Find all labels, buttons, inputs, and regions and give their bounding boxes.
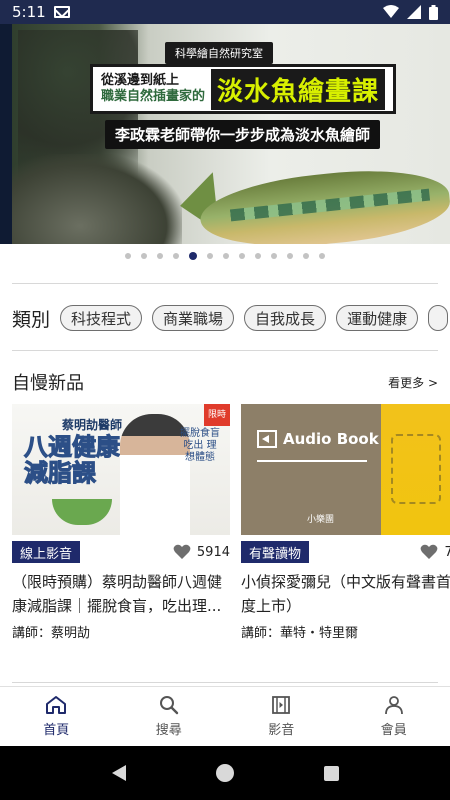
type-badge: 有聲讀物 bbox=[241, 541, 310, 563]
nav-member[interactable]: 會員 bbox=[338, 687, 450, 746]
wifi-icon bbox=[383, 5, 399, 18]
thumb-rule bbox=[257, 460, 367, 462]
carousel-dot[interactable] bbox=[319, 253, 325, 259]
card-title[interactable]: （限時預購）蔡明劼醫師八週健康減脂課｜擺脫食盲，吃出理... bbox=[12, 570, 230, 618]
carousel-dot[interactable] bbox=[223, 253, 229, 259]
carousel-dot-active[interactable] bbox=[189, 252, 197, 260]
carousel-dot[interactable] bbox=[239, 253, 245, 259]
audio-book-label: Audio Book bbox=[257, 430, 379, 448]
type-badge: 線上影音 bbox=[12, 541, 81, 563]
mail-icon bbox=[53, 6, 70, 18]
thumb-headline-part: 減脂 bbox=[24, 459, 73, 487]
thumb-doctor-name: 蔡明劼醫師 bbox=[62, 418, 123, 432]
home-icon bbox=[46, 696, 67, 714]
category-row: 類別 科技程式 商業職場 自我成長 運動健康 bbox=[12, 302, 450, 334]
thumb-headline-part: 八週 bbox=[24, 433, 73, 461]
system-nav-bar bbox=[0, 746, 450, 800]
card-teacher: 講師：華特・特里爾 bbox=[241, 626, 359, 641]
carousel-dot[interactable] bbox=[125, 253, 131, 259]
banner-subtitle: 從溪邊到紙上 職業自然插畫家的 bbox=[101, 73, 205, 105]
card-meta: 線上影音 5914 bbox=[12, 540, 230, 564]
bottom-nav: 首頁 搜尋 影音 會員 bbox=[0, 686, 450, 746]
thumb-headline: 八週健康 減脂課 bbox=[24, 433, 124, 487]
carousel-indicator bbox=[0, 252, 450, 263]
search-icon bbox=[159, 696, 178, 715]
system-home-icon[interactable] bbox=[215, 764, 234, 782]
banner-main-title: 淡水魚繪畫課 bbox=[211, 68, 386, 110]
divider bbox=[12, 350, 438, 351]
divider bbox=[12, 283, 438, 284]
carousel-dot[interactable] bbox=[303, 253, 309, 259]
status-right bbox=[383, 4, 438, 20]
banner-title-box: 從溪邊到紙上 職業自然插畫家的 淡水魚繪畫課 bbox=[90, 64, 397, 114]
thumb-headline-part: 課 bbox=[72, 459, 97, 487]
product-card[interactable]: 蔡明劼醫師 八週健康 減脂課 擺脫食盲 吃出 理想體態 限時 線上影音 5914… bbox=[12, 404, 230, 644]
thumb-side-text: 擺脫食盲 吃出 理想體態 bbox=[180, 428, 220, 463]
film-icon bbox=[272, 696, 291, 714]
banner-lab-label: 科學繪自然研究室 bbox=[165, 42, 273, 64]
status-time: 5:11 bbox=[12, 3, 46, 21]
person-icon bbox=[384, 696, 403, 715]
section-title: 自慢新品 bbox=[12, 373, 84, 394]
card-title[interactable]: 小偵探愛彌兒（中文版有聲書首度上市） bbox=[241, 570, 450, 618]
carousel-dot[interactable] bbox=[157, 253, 163, 259]
nav-home[interactable]: 首頁 bbox=[0, 687, 113, 746]
back-icon[interactable] bbox=[111, 765, 126, 781]
banner-tagline: 李政霖老師帶你一步步成為淡水魚繪師 bbox=[105, 120, 381, 149]
carousel-dot[interactable] bbox=[271, 253, 277, 259]
product-thumbnail: 蔡明劼醫師 八週健康 減脂課 擺脫食盲 吃出 理想體態 限時 bbox=[12, 404, 230, 535]
heart-icon[interactable] bbox=[420, 544, 438, 560]
category-chip-sports[interactable]: 運動健康 bbox=[336, 305, 419, 331]
nav-search-label: 搜尋 bbox=[155, 723, 182, 738]
signal-icon bbox=[407, 5, 421, 19]
nav-member-label: 會員 bbox=[380, 723, 407, 738]
category-chip-tech[interactable]: 科技程式 bbox=[60, 305, 143, 331]
carousel-dot[interactable] bbox=[207, 253, 213, 259]
banner-subtitle-line2: 職業自然插畫家的 bbox=[101, 89, 206, 104]
banner-photo-rocks bbox=[12, 154, 182, 244]
heart-icon[interactable] bbox=[173, 544, 191, 560]
thumb-corner-tag: 限時 bbox=[204, 404, 230, 426]
card-meta: 有聲讀物 71 bbox=[241, 540, 450, 564]
likes[interactable]: 5914 bbox=[173, 544, 230, 560]
audio-book-text: Audio Book bbox=[283, 430, 379, 448]
product-card[interactable]: Audio Book 小樂團 有聲讀物 71 小偵探愛彌兒（中文版有聲書首度上市… bbox=[241, 404, 450, 644]
book-cover-doodle bbox=[391, 434, 441, 504]
nav-home-label: 首頁 bbox=[43, 723, 70, 738]
nav-video[interactable]: 影音 bbox=[225, 687, 338, 746]
divider bbox=[12, 682, 438, 683]
carousel-dot[interactable] bbox=[287, 253, 293, 259]
category-chip-growth[interactable]: 自我成長 bbox=[244, 305, 327, 331]
like-count: 5914 bbox=[196, 544, 230, 560]
battery-icon bbox=[429, 4, 438, 20]
product-thumbnail: Audio Book 小樂團 bbox=[241, 404, 450, 535]
carousel-dot[interactable] bbox=[141, 253, 147, 259]
thumb-headline-part: 健康 bbox=[72, 433, 121, 461]
category-chip-business[interactable]: 商業職場 bbox=[152, 305, 235, 331]
salad-bowl-image bbox=[52, 499, 112, 525]
new-products-header: 自慢新品 看更多 > bbox=[12, 370, 438, 394]
like-count: 71 bbox=[444, 544, 450, 560]
thumb-publisher: 小樂團 bbox=[307, 515, 335, 525]
carousel-dot[interactable] bbox=[173, 253, 179, 259]
banner-subtitle-line1: 從溪邊到紙上 bbox=[101, 73, 180, 88]
promo-banner[interactable]: 科學繪自然研究室 從溪邊到紙上 職業自然插畫家的 淡水魚繪畫課 李政霖老師帶你一… bbox=[0, 24, 450, 244]
banner-edge bbox=[0, 24, 12, 244]
category-label: 類別 bbox=[12, 308, 51, 331]
nav-video-label: 影音 bbox=[268, 723, 295, 738]
speaker-icon bbox=[257, 430, 277, 448]
category-chip-partial[interactable] bbox=[428, 305, 449, 331]
card-teacher: 講師：蔡明劼 bbox=[12, 626, 91, 641]
carousel-dot[interactable] bbox=[255, 253, 261, 259]
likes[interactable]: 71 bbox=[420, 544, 450, 560]
nav-search[interactable]: 搜尋 bbox=[113, 687, 226, 746]
status-bar: 5:11 bbox=[0, 0, 450, 24]
recents-icon[interactable] bbox=[323, 765, 339, 781]
status-left: 5:11 bbox=[12, 3, 70, 21]
see-more-link[interactable]: 看更多 > bbox=[388, 374, 438, 391]
